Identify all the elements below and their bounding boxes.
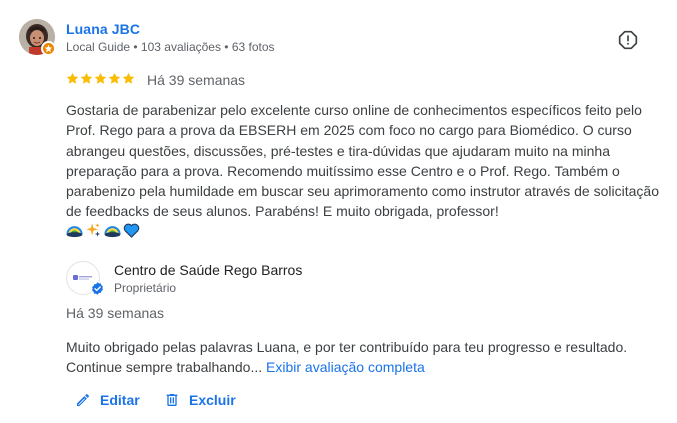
pencil-icon <box>77 393 90 406</box>
owner-role: Proprietário <box>114 281 177 295</box>
edit-label: Editar <box>100 392 140 408</box>
local-guide-star-icon <box>41 41 56 56</box>
review-card: Luana JBC Local Guide • 103 avaliações •… <box>0 0 677 423</box>
reply-text-block: Muito obrigado pelas palavras Luana, e p… <box>66 337 666 378</box>
star-rating <box>66 72 135 85</box>
star-icon <box>122 72 135 84</box>
delete-button[interactable]: Excluir <box>164 392 236 408</box>
reviewer-meta: Local Guide • 103 avaliações • 63 fotos <box>66 40 275 54</box>
rainbow-icon <box>66 226 83 238</box>
reply-date: Há 39 semanas <box>66 305 165 321</box>
reviewer-name[interactable]: Luana JBC <box>66 21 140 37</box>
review-date: Há 39 semanas <box>147 72 246 88</box>
star-icon <box>66 72 79 84</box>
sparkles-icon <box>86 223 101 237</box>
report-icon <box>618 30 638 50</box>
expand-review-link[interactable]: Exibir avaliação completa <box>266 359 425 375</box>
rainbow-icon <box>104 226 121 238</box>
report-button[interactable] <box>616 28 640 52</box>
verified-check-icon <box>90 281 105 296</box>
trash-icon <box>166 394 178 406</box>
star-icon <box>108 72 121 84</box>
star-icon <box>80 72 93 84</box>
review-text: Gostaria de parabenizar pelo excelente c… <box>66 102 659 220</box>
edit-button[interactable]: Editar <box>75 392 140 408</box>
blue-heart-icon <box>123 223 140 238</box>
owner-name: Centro de Saúde Rego Barros <box>114 262 303 278</box>
star-icon <box>94 72 107 84</box>
delete-label: Excluir <box>189 392 236 408</box>
emoji-row <box>66 222 140 238</box>
